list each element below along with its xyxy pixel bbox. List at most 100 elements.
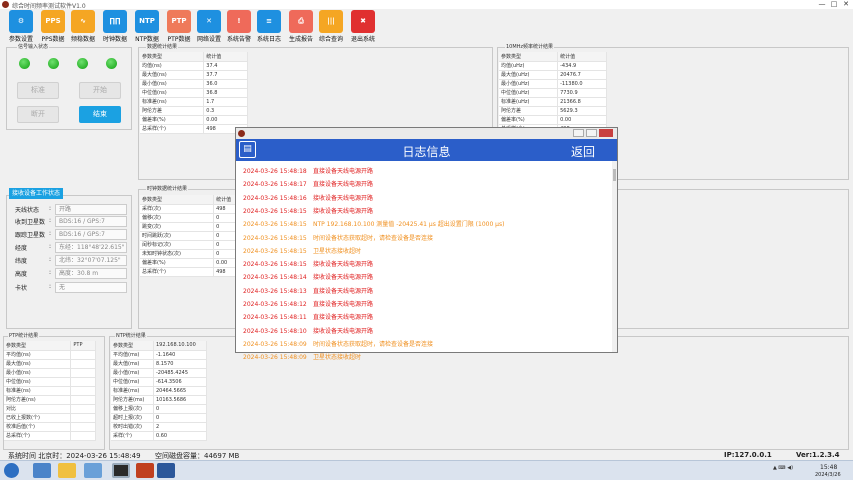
device-field-value: 北纬：32°07'07.125" [55, 255, 127, 266]
log-message: 直接设备天线电源开路 [313, 314, 374, 322]
title-bar: 综合时间频率测试软件V1.0 — □ ✕ [0, 0, 853, 10]
table-cell: 最大值(ms) [111, 359, 154, 369]
table-row: 偏差率(%) 0.00 [140, 258, 248, 268]
dialog-close-button[interactable] [599, 129, 613, 137]
toolbar-button-4[interactable]: ∏∏ 时钟数据 [102, 10, 128, 44]
dialog-maximize-button[interactable] [586, 129, 597, 137]
table-row: 中位值(ms) -614.3506 [111, 377, 208, 387]
header-cell: 参数类型 [4, 341, 72, 351]
colon: : [49, 269, 52, 276]
start-button[interactable]: 开始 [79, 82, 121, 99]
log-timestamp: 2024-03-26 15:48:18 [243, 168, 307, 175]
table-cell: 最小值(ns) [4, 368, 72, 378]
signal-led-3 [77, 58, 88, 69]
table-cell: 标准差(ns) [140, 97, 205, 107]
table-cell: 总采样(个) [140, 124, 205, 134]
ptp-icon: PTP [167, 10, 191, 33]
back-button[interactable]: 返回 [571, 143, 595, 160]
table-cell: 中位值(ms) [111, 377, 154, 387]
toolbar-button-5[interactable]: NTP NTP数据 [134, 10, 160, 44]
log-message: 接收设备天线电源开路 [313, 207, 374, 215]
maximize-button[interactable]: □ [828, 0, 840, 9]
table-row: 校准后值(个) [4, 422, 96, 432]
folder-icon[interactable] [58, 463, 76, 478]
log-timestamp: 2024-03-26 15:48:13 [243, 287, 307, 295]
log-entry: 2024-03-26 15:48:11 直接设备天线电源开路 [243, 312, 373, 321]
table-row: 对比 [4, 404, 96, 414]
dialog-minimize-button[interactable] [573, 129, 584, 137]
table-header: 参数类型 统计值 [140, 52, 248, 62]
table-row: 未知时钟状态(次) 0 [140, 249, 248, 259]
log-header: ▤ 日志信息 返回 [236, 139, 617, 161]
start-menu-icon[interactable] [4, 463, 19, 478]
table-cell [70, 431, 96, 441]
table-cell: 5629.3 [557, 106, 607, 116]
table-cell: 偏移上报(次) [111, 404, 154, 414]
exit-icon: ✖ [351, 10, 375, 33]
table-row: 时间跳跃(次) 0 [140, 231, 248, 241]
toolbar-label: PPS数据 [41, 36, 65, 43]
table-row: 最大值(ns) 37.7 [140, 70, 248, 80]
clock-icon: ∏∏ [103, 10, 127, 33]
table-cell: 36.8 [203, 88, 248, 98]
end-button[interactable]: 结束 [79, 106, 121, 123]
log-entry: 2024-03-26 15:48:15 卫星状态接收超时 [243, 246, 361, 255]
table-cell: 8.1570 [153, 359, 208, 369]
table-row: 标准差(uHz) 21366.8 [499, 97, 607, 107]
warning-icon: ! [227, 10, 251, 33]
calibrate-button[interactable]: 标准 [17, 82, 59, 99]
table-cell: 0 [153, 404, 208, 414]
toolbar-button-9[interactable]: ≡ 系统日志 [256, 10, 282, 44]
stats-top-title: 数据统计结果 [146, 43, 179, 50]
table-row: 跳变(次) 0 [140, 222, 248, 232]
table-cell: 0.60 [153, 431, 208, 441]
table-cell: 最小值(ns) [140, 79, 205, 89]
close-button[interactable]: ✕ [840, 0, 852, 9]
minimize-button[interactable]: — [816, 0, 828, 9]
word-icon[interactable] [157, 463, 175, 478]
toolbar-button-7[interactable]: ✕ 网络设置 [196, 10, 222, 44]
device-field-value: 东经：118°48'22.615" [55, 242, 127, 253]
scroll-thumb[interactable] [613, 169, 616, 181]
log-timestamp: 2024-03-26 15:48:09 [243, 354, 307, 362]
table-cell: -11380.0 [557, 79, 607, 89]
table-row: 已收上报数(个) [4, 413, 96, 423]
table-cell [70, 413, 96, 423]
toolbar-button-2[interactable]: PPS PPS数据 [40, 10, 66, 44]
terminal-icon[interactable] [112, 463, 130, 478]
stats-top-table: 参数类型 统计值 均值(ns) 37.4 最大值(ns) 37.7 最小值(ns) 36.0 中… [140, 52, 248, 134]
dialog-app-icon [238, 130, 245, 137]
toolbar-button-1[interactable]: ⚙ 参数设置 [8, 10, 34, 44]
table-row: 偏移上报(次) 0 [111, 404, 208, 414]
status-bar: 系统时间 北京时：2024-03-26 15:48:49 空间磁盘容量：4469… [0, 450, 853, 460]
ntp-icon: NTP [135, 10, 159, 33]
log-scrollbar[interactable] [612, 161, 617, 352]
toolbar-button-12[interactable]: ✖ 退出系统 [350, 10, 376, 44]
log-title: 日志信息 [402, 145, 451, 159]
table-cell [70, 395, 96, 405]
ptp-title: PTP统计结果 [8, 332, 40, 339]
toolbar-button-6[interactable]: PTP PTP数据 [166, 10, 192, 44]
log-entry: 2024-03-26 15:48:16 接收设备天线电源开路 [243, 193, 373, 202]
toolbar-button-8[interactable]: ! 系统告警 [226, 10, 252, 44]
table-cell: 超时上报(次) [111, 413, 154, 423]
table-row: 偏差率(%) 0.00 [140, 115, 248, 125]
table-row: 最小值(ms) -20485.4245 [111, 368, 208, 378]
table-row: 采样(次) 498 [140, 204, 248, 214]
table-cell: 37.7 [203, 70, 248, 80]
table-row: 最大值(ns) [4, 359, 96, 369]
printer-icon: ⎙ [289, 10, 313, 33]
tray-icons[interactable]: ▲ ⌨ ◀) [773, 465, 809, 477]
tools-icon: ✕ [197, 10, 221, 33]
taskbar-app-1-icon[interactable] [33, 463, 51, 478]
toolbar-button-3[interactable]: ∿ 频稳数据 [70, 10, 96, 44]
table-cell: 标准差(ns) [4, 386, 72, 396]
device-field-value: BDS:16 / GPS:7 [55, 216, 127, 227]
taskbar-app-3-icon[interactable] [84, 463, 102, 478]
disconnect-button[interactable]: 断开 [17, 106, 59, 123]
table-cell: 平均值(ms) [111, 350, 154, 360]
log-dialog: ▤ 日志信息 返回 2024-03-26 15:48:18 直接设备天线电源开路 2… [235, 127, 618, 361]
toolbar-button-10[interactable]: ⎙ 生成报告 [288, 10, 314, 44]
toolbar-button-11[interactable]: ||| 综合查询 [318, 10, 344, 44]
taskbar-app-5-icon[interactable] [136, 463, 154, 478]
